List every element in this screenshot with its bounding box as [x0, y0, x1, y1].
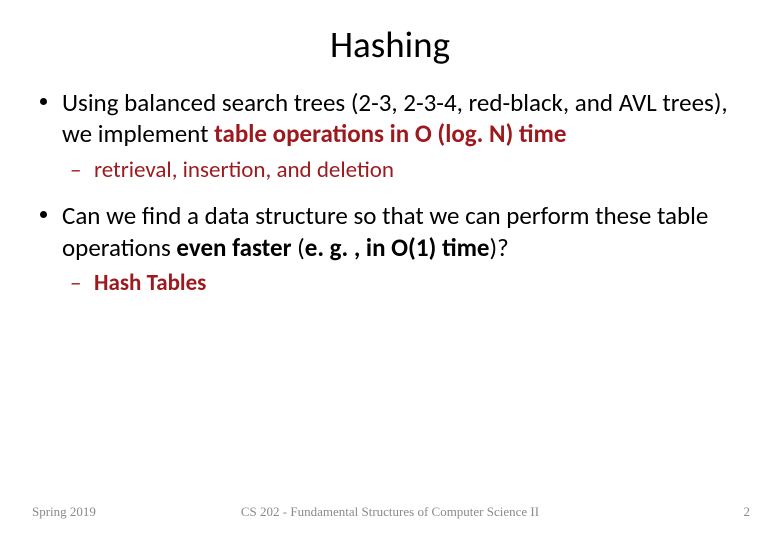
bullet-dash-icon: –	[70, 269, 81, 298]
bullet-text: retrieval, insertion, and deletion	[94, 156, 394, 184]
bullet-sub-item: – Hash Tables	[36, 269, 744, 298]
slide-title: Hashing	[36, 22, 744, 67]
slide-content: Using balanced search trees (2-3, 2-3-4,…	[36, 87, 744, 298]
bullet-item: Can we find a data structure so that we …	[36, 200, 744, 263]
bullet-text: Using balanced search trees (2-3, 2-3-4,…	[62, 87, 728, 149]
slide: Hashing Using balanced search trees (2-3…	[0, 0, 780, 540]
footer-page-number: 2	[744, 504, 751, 520]
bullet-text: Hash Tables	[94, 269, 206, 297]
footer-course: CS 202 - Fundamental Structures of Compu…	[0, 504, 780, 520]
bullet-dash-icon: –	[70, 156, 81, 185]
bullet-sub-item: – retrieval, insertion, and deletion	[36, 156, 744, 185]
bullet-dot-icon	[40, 98, 47, 105]
bullet-item: Using balanced search trees (2-3, 2-3-4,…	[36, 87, 744, 150]
bullet-dot-icon	[40, 211, 47, 218]
bullet-text: Can we find a data structure so that we …	[62, 200, 708, 262]
